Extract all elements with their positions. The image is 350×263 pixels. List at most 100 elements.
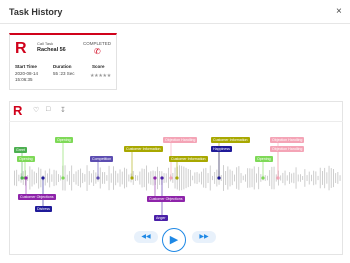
waveform-bar xyxy=(40,168,42,188)
waveform-bar xyxy=(88,171,90,185)
waveform-bar xyxy=(225,171,227,185)
tag-marker[interactable] xyxy=(41,176,45,180)
waveform-bar xyxy=(311,174,312,182)
tag-opening[interactable]: Opening xyxy=(17,156,35,162)
waveform-bar xyxy=(183,166,185,190)
waveform-bar xyxy=(141,168,143,188)
waveform-bar xyxy=(319,167,321,189)
tag-distress[interactable]: Distress xyxy=(35,206,52,212)
waveform-bar xyxy=(117,173,119,183)
waveform-bar xyxy=(220,175,222,181)
waveform-bar xyxy=(135,175,136,181)
waveform-bar xyxy=(317,175,319,181)
waveform-bar xyxy=(115,170,117,186)
tag-marker[interactable] xyxy=(153,176,157,180)
waveform-bar xyxy=(181,165,183,191)
waveform-bar xyxy=(47,173,48,183)
tag-marker[interactable] xyxy=(261,176,265,180)
rewind-button[interactable]: ◀◀ xyxy=(134,231,158,243)
tag-customer-information[interactable]: Customer Information xyxy=(169,156,208,162)
waveform-bar xyxy=(73,173,75,183)
waveform-bar xyxy=(150,171,152,185)
waveform-bar xyxy=(302,176,304,180)
waveform-bar xyxy=(337,172,339,184)
waveform-bar xyxy=(163,173,165,183)
waveform-bar xyxy=(273,166,275,190)
waveform-bar xyxy=(148,172,150,184)
tag-marker[interactable] xyxy=(20,176,24,180)
tag-opening[interactable]: Opening xyxy=(255,156,273,162)
waveform-bar xyxy=(286,175,288,181)
waveform-bar xyxy=(64,165,66,191)
waveform-bar xyxy=(264,175,266,181)
waveform[interactable] xyxy=(0,0,350,263)
waveform-bar xyxy=(267,175,268,181)
tag-marker[interactable] xyxy=(96,176,100,180)
waveform-bar xyxy=(51,174,53,182)
waveform-bar xyxy=(128,174,130,182)
forward-button[interactable]: ▶▶ xyxy=(192,231,216,243)
waveform-bar xyxy=(304,169,306,187)
waveform-bar xyxy=(322,171,323,185)
waveform-bar xyxy=(159,171,161,185)
tag-greet[interactable]: Greet xyxy=(14,147,27,153)
waveform-bar xyxy=(165,173,167,183)
waveform-bar xyxy=(187,169,189,188)
tag-competition[interactable]: Competition xyxy=(90,156,114,162)
tag-objection-handling[interactable]: Objection Handling xyxy=(270,146,305,152)
tag-marker[interactable] xyxy=(61,176,65,180)
waveform-bar xyxy=(227,166,229,190)
tag-customer-information[interactable]: Customer Information xyxy=(211,137,250,143)
waveform-bar xyxy=(38,167,40,189)
tag-marker[interactable] xyxy=(160,176,164,180)
waveform-bar xyxy=(300,174,301,182)
tag-marker[interactable] xyxy=(24,176,28,180)
waveform-bar xyxy=(196,172,198,184)
tag-customer-objections[interactable]: Customer Objections xyxy=(147,196,185,202)
waveform-bar xyxy=(328,165,330,191)
waveform-bar xyxy=(104,172,106,184)
waveform-bar xyxy=(71,165,73,191)
waveform-bar xyxy=(80,168,81,188)
waveform-bar xyxy=(106,175,108,181)
waveform-bar xyxy=(236,167,238,189)
tag-objection-handling[interactable]: Objection Handling xyxy=(270,137,305,143)
tag-customer-objections[interactable]: Customer Objections xyxy=(18,194,56,200)
waveform-bar xyxy=(86,165,88,191)
tag-objection-handling[interactable]: Objection Handling xyxy=(163,137,198,143)
waveform-bar xyxy=(212,175,213,181)
waveform-bar xyxy=(119,169,121,187)
play-button[interactable]: ▶ xyxy=(162,228,186,252)
waveform-bar xyxy=(55,170,57,186)
tag-customer-information[interactable]: Customer Information xyxy=(124,146,163,152)
waveform-bar xyxy=(207,173,209,183)
waveform-bar xyxy=(306,175,308,181)
waveform-bar xyxy=(93,170,95,186)
waveform-bar xyxy=(242,175,244,181)
waveform-bar xyxy=(58,174,59,182)
tag-marker[interactable] xyxy=(217,176,221,180)
waveform-bar xyxy=(84,174,86,182)
waveform-bar xyxy=(82,172,84,184)
waveform-bar xyxy=(137,175,139,181)
waveform-bar xyxy=(121,171,123,185)
waveform-bar xyxy=(238,166,240,190)
waveform-bar xyxy=(333,169,334,188)
waveform-bar xyxy=(291,173,293,183)
tag-marker[interactable] xyxy=(276,176,280,180)
waveform-bar xyxy=(75,171,77,185)
waveform-bar xyxy=(326,172,328,184)
waveform-bar xyxy=(99,167,101,189)
tag-marker[interactable] xyxy=(169,176,173,180)
tag-anger[interactable]: Anger xyxy=(154,215,168,221)
waveform-bar xyxy=(256,173,257,183)
waveform-bar xyxy=(282,172,284,184)
tag-opening[interactable]: Opening xyxy=(55,137,73,143)
waveform-bar xyxy=(295,167,297,189)
waveform-bar xyxy=(223,165,224,191)
waveform-bar xyxy=(192,175,194,181)
tag-marker[interactable] xyxy=(130,176,134,180)
tag-happiness[interactable]: Happiness xyxy=(211,146,232,152)
tag-marker[interactable] xyxy=(175,176,179,180)
waveform-bar xyxy=(14,170,15,186)
